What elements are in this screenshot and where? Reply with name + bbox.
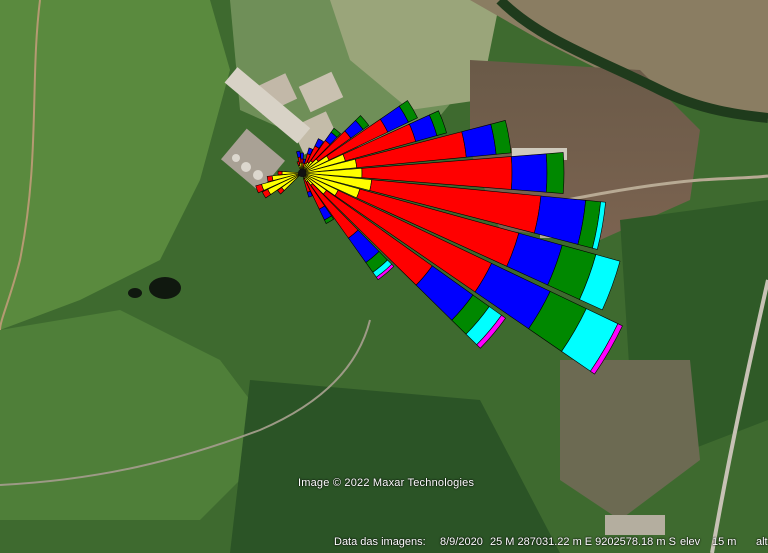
wind-rose-segment-green: [545, 152, 565, 194]
wind-rose-segment-red: [266, 175, 274, 183]
wind-rose-segment-red: [277, 170, 283, 176]
wind-rose-segment-red: [300, 158, 304, 164]
pond-small: [128, 288, 142, 298]
imagery-attribution: Image © 2022 Maxar Technologies: [298, 477, 475, 489]
satellite-map[interactable]: [0, 0, 768, 553]
imagery-date-value: 8/9/2020: [440, 536, 483, 548]
imagery-date-label: Data das imagens:: [334, 536, 426, 548]
altitude-label: alt: [756, 536, 768, 548]
elevation-value: 15 m: [712, 536, 737, 548]
wind-rose-center: [298, 169, 306, 177]
cursor-coordinates: 25 M 287031.22 m E 9202578.18 m S: [490, 536, 676, 548]
pond: [149, 277, 181, 299]
wind-rose-segment-blue: [511, 153, 548, 193]
building: [605, 515, 665, 535]
wind-rose-segment-blue: [300, 152, 304, 160]
elevation-label: elev: [680, 536, 701, 548]
